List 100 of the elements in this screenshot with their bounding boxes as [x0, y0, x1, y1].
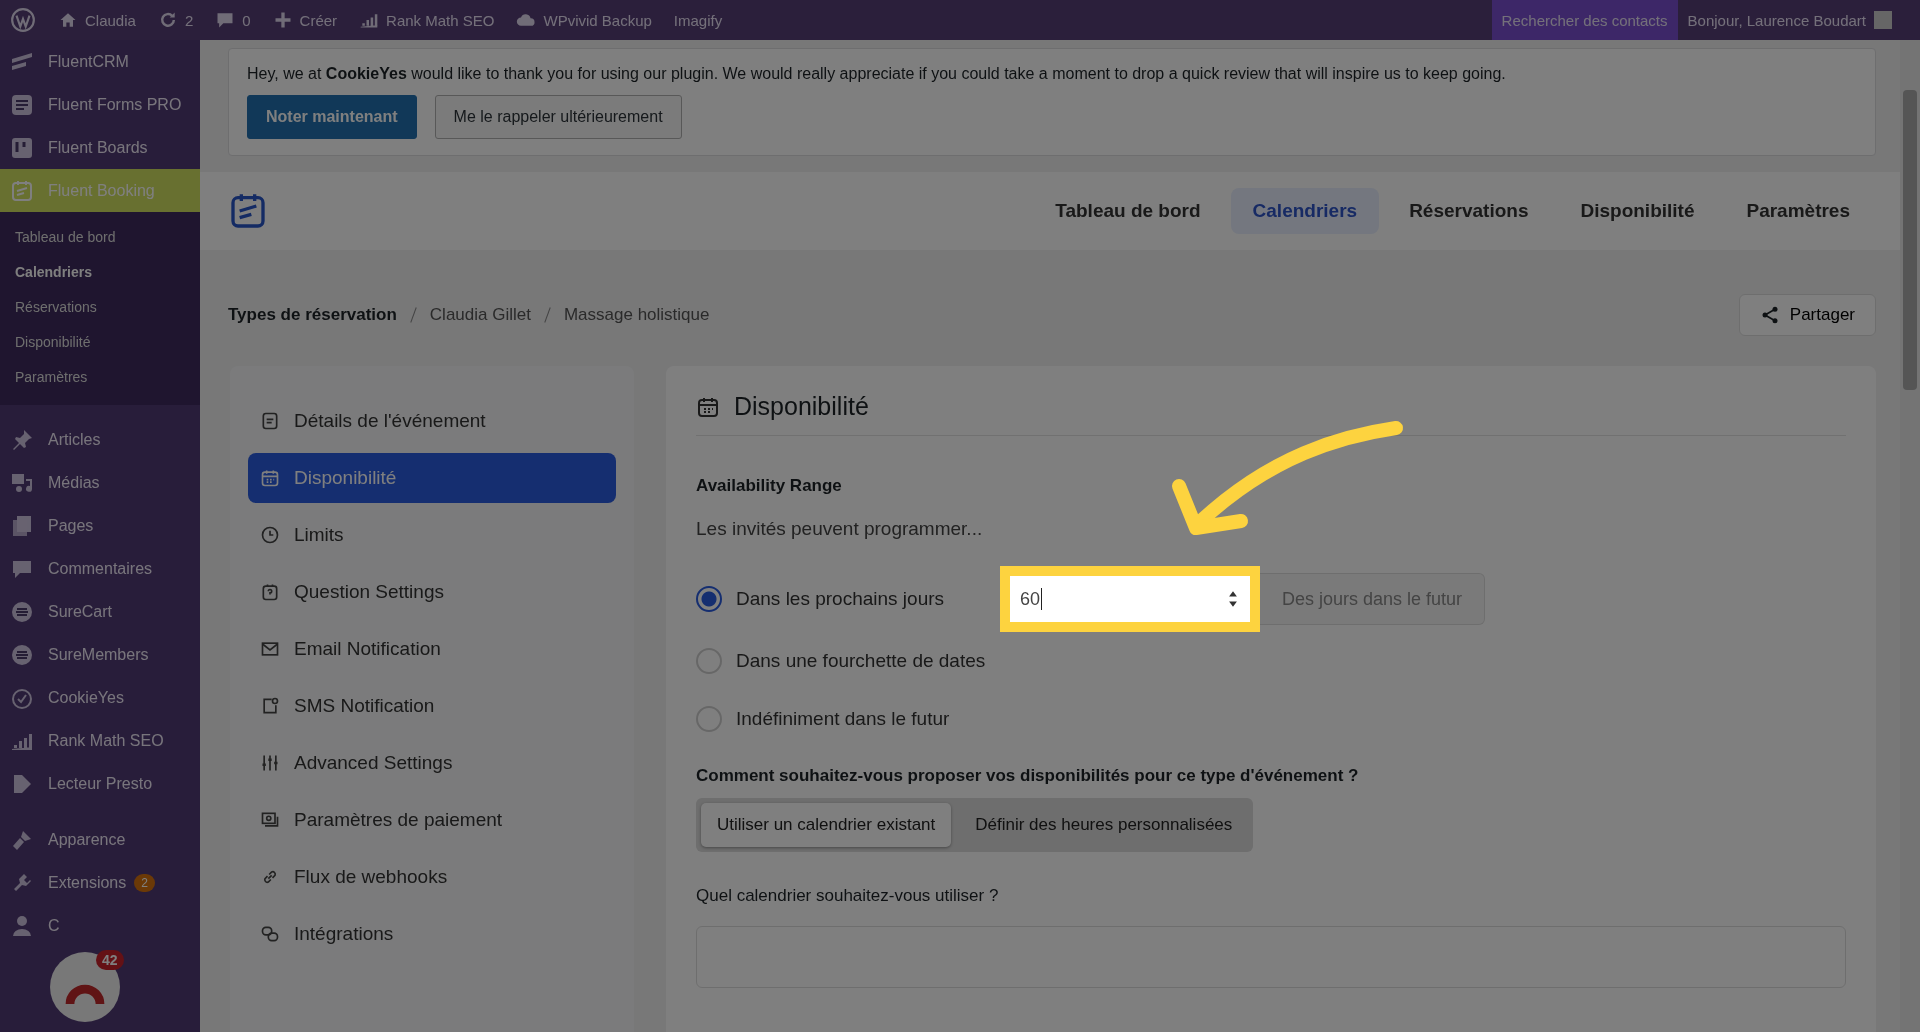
nav-tab[interactable]: Paramètres	[1724, 188, 1872, 234]
notice-text: Hey, we at CookieYes would like to thank you for using our plugin. We would really appreciate if you could take a moment to drop a quick review that will inspire us to keep going.	[247, 65, 1507, 83]
menu-label: Fluent Booking	[48, 181, 155, 200]
board-icon	[10, 135, 34, 160]
calendar-icon	[260, 468, 280, 488]
wordpress-logo-icon[interactable]	[10, 7, 36, 33]
nav-tab[interactable]: Calendriers	[1230, 188, 1380, 234]
submenu-item[interactable]: Réservations	[0, 290, 200, 325]
breadcrumb-link[interactable]: Types de réservation	[228, 305, 397, 325]
sidebar-menu-item[interactable]: Pages	[0, 504, 200, 547]
sidebar-menu-item[interactable]: Lecteur Presto	[0, 762, 200, 805]
search-contacts-button[interactable]: Rechercher des contacts	[1491, 0, 1678, 40]
days-number-field[interactable]: 60	[1000, 566, 1260, 632]
sidebar-menu-item[interactable]: C	[0, 904, 200, 947]
admin-bar-link[interactable]: Imagify	[673, 11, 723, 29]
menu-label: Détails de l'événement	[294, 410, 486, 432]
nav-tab[interactable]: Tableau de bord	[1033, 188, 1223, 234]
calendar-note-icon	[228, 191, 268, 231]
sidebar-menu-item[interactable]: Médias	[0, 461, 200, 504]
sidebar-menu-item[interactable]: Extensions 2	[0, 861, 200, 904]
sidebar-menu-item[interactable]: FluentCRM	[0, 40, 200, 83]
breadcrumb-link[interactable]: Claudia Gillet	[429, 305, 531, 325]
option-label: Indéfiniment dans le futur	[736, 708, 951, 730]
speech-bubble-icon	[215, 10, 236, 30]
menu-label: Paramètres de paiement	[294, 809, 503, 831]
sidebar-menu-item[interactable]: Articles	[0, 418, 200, 461]
rate-now-button[interactable]: Noter maintenant	[247, 95, 417, 139]
integration-icon	[260, 924, 280, 944]
sidebar-menu-item[interactable]: CookieYes	[0, 676, 200, 719]
menu-label: Fluent Forms PRO	[48, 95, 182, 114]
sidebar-menu-item[interactable]: SureMembers	[0, 633, 200, 676]
menu-label: CookieYes	[48, 688, 124, 707]
admin-bar-link[interactable]: Rank Math SEO	[386, 11, 495, 29]
sidebar-menu-item[interactable]: Apparence	[0, 818, 200, 861]
admin-bar-link[interactable]: Claudia	[85, 11, 136, 29]
admin-bar-link[interactable]: 2	[184, 11, 194, 29]
field-label: Quel calendrier souhaitez-vous utiliser ?	[696, 886, 1000, 906]
count-badge: 2	[134, 873, 155, 892]
menu-label: FluentCRM	[48, 52, 129, 71]
calendar-note-icon	[10, 178, 34, 203]
form-icon	[10, 92, 34, 117]
settings-menu-item[interactable]: Email Notification	[248, 624, 616, 674]
submenu-item[interactable]: Tableau de bord	[0, 220, 200, 255]
settings-menu-item[interactable]: Limits	[248, 510, 616, 560]
submenu-item[interactable]: Paramètres	[0, 360, 200, 395]
scrollbar[interactable]	[1900, 40, 1920, 1032]
payment-icon	[260, 810, 280, 830]
nav-tab[interactable]: Réservations	[1387, 188, 1551, 234]
striped-circle-icon	[10, 599, 34, 624]
sidebar-menu-item[interactable]: Rank Math SEO	[0, 719, 200, 762]
menu-label: Pages	[48, 516, 94, 535]
menu-label: Disponibilité	[294, 467, 397, 489]
user-icon	[10, 913, 34, 938]
field-hint: Les invités peuvent programmer...	[696, 518, 984, 540]
envelope-icon	[260, 639, 280, 659]
mode-option[interactable]: Définir des heures personnalisées	[959, 803, 1249, 847]
menu-label: Articles	[48, 430, 101, 449]
admin-bar-link[interactable]: Créer	[299, 11, 338, 29]
remind-later-button[interactable]: Me le rappeler ultérieurement	[434, 95, 682, 139]
submenu-item[interactable]: Calendriers	[0, 255, 200, 290]
settings-menu-item[interactable]: Advanced Settings	[248, 738, 616, 788]
menu-label: SureCart	[48, 602, 113, 621]
menu-label: Limits	[294, 524, 344, 546]
menu-label: SureMembers	[48, 645, 149, 664]
settings-menu-item[interactable]: Détails de l'événement	[248, 396, 616, 446]
menu-label: Apparence	[48, 830, 126, 849]
settings-menu-item[interactable]: Paramètres de paiement	[248, 795, 616, 845]
menu-label: Rank Math SEO	[48, 731, 164, 750]
admin-bar-link[interactable]: 0	[242, 11, 251, 29]
share-button[interactable]: Partager	[1738, 294, 1876, 336]
settings-menu-item[interactable]: Disponibilité	[248, 453, 616, 503]
sidebar-menu-item[interactable]: Commentaires	[0, 547, 200, 590]
settings-menu-item[interactable]: Intégrations	[248, 909, 616, 959]
menu-label: C	[48, 916, 60, 935]
sidebar-menu-item[interactable]: Fluent Boards	[0, 126, 200, 169]
greeting-text[interactable]: Bonjour, Laurence Boudart	[1687, 11, 1866, 29]
message-icon	[260, 696, 280, 716]
settings-menu-item[interactable]: SMS Notification	[248, 681, 616, 731]
settings-menu-item[interactable]: Flux de webhooks	[248, 852, 616, 902]
mode-option[interactable]: Utiliser un calendrier existant	[701, 803, 952, 847]
option-label: Dans une fourchette de dates	[736, 650, 986, 672]
settings-menu-item[interactable]: Question Settings	[248, 567, 616, 617]
notification-badge: 42	[96, 950, 124, 970]
menu-label: Email Notification	[294, 638, 441, 660]
radio-button[interactable]	[696, 586, 722, 612]
menu-label: Lecteur Presto	[48, 774, 153, 793]
field-label: Comment souhaitez-vous proposer vos disponibilités pour ce type d'événement ?	[696, 766, 1360, 786]
menu-label: Extensions	[48, 873, 127, 892]
avatar-icon[interactable]	[1874, 11, 1892, 29]
menu-label: Fluent Boards	[48, 138, 148, 157]
submenu-item[interactable]: Disponibilité	[0, 325, 200, 360]
nav-tab[interactable]: Disponibilité	[1558, 188, 1717, 234]
clock-icon	[260, 525, 280, 545]
sidebar-menu-item[interactable]: SureCart	[0, 590, 200, 633]
pages-icon	[10, 513, 34, 538]
admin-bar-link[interactable]: WPvivid Backup	[543, 11, 652, 29]
document-icon	[260, 411, 280, 431]
sidebar-menu-item[interactable]: Fluent Forms PRO	[0, 83, 200, 126]
breadcrumb-link[interactable]: Massage holistique	[563, 305, 710, 325]
menu-label: Question Settings	[294, 581, 444, 603]
